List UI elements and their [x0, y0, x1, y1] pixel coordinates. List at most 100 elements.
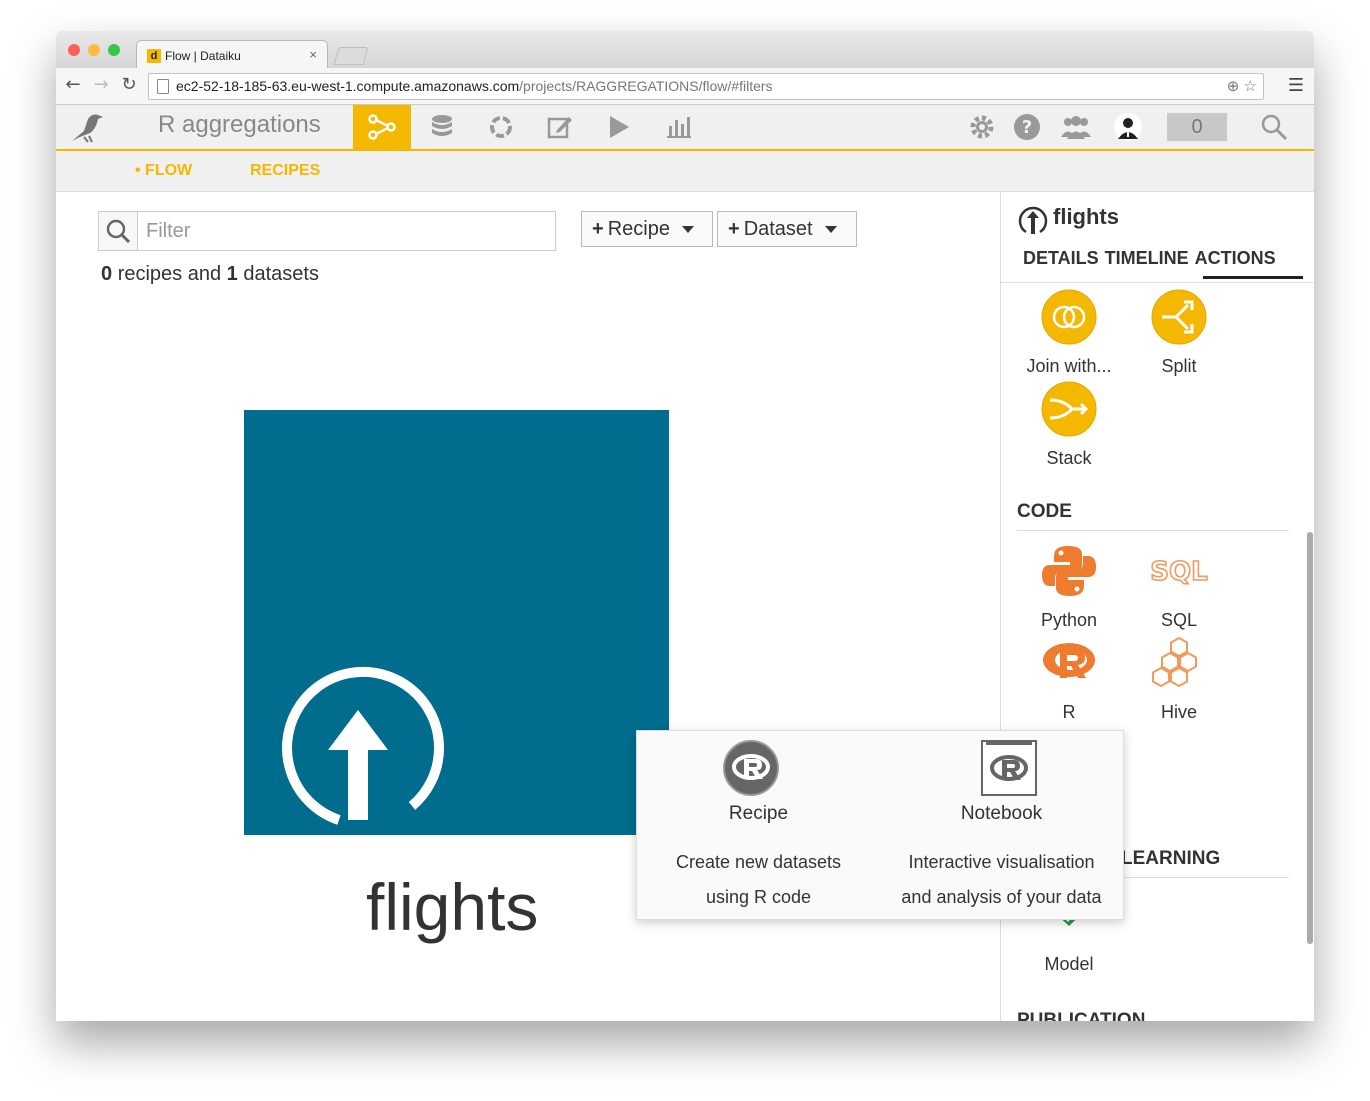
bar-chart-icon — [667, 117, 691, 138]
url-path: /projects/RAGGREGATIONS/flow/#filters — [519, 78, 773, 94]
minimize-window-button[interactable] — [88, 44, 100, 56]
r-notebook-desc-line-2: and analysis of your data — [901, 887, 1102, 907]
browser-window: d Flow | Dataiku × ← → ↻ ec2-52-18-185-6… — [56, 31, 1314, 1021]
dataiku-bird-logo-icon[interactable] — [70, 111, 110, 143]
forward-icon[interactable]: → — [90, 74, 112, 95]
search-icon — [106, 219, 131, 244]
url-text: ec2-52-18-185-63.eu-west-1.compute.amazo… — [176, 74, 773, 99]
maximize-window-button[interactable] — [108, 44, 120, 56]
zoom-icon[interactable]: ⊕ — [1227, 78, 1240, 95]
dataset-node-flights[interactable] — [244, 410, 669, 835]
app-navbar: R aggregations ? 0 — [56, 105, 1314, 151]
project-name[interactable]: R aggregations — [158, 111, 321, 139]
new-tab-button[interactable] — [333, 47, 369, 65]
tab-close-icon[interactable]: × — [309, 47, 317, 62]
r-notebook-description: Interactive visualisation and analysis of… — [880, 845, 1123, 915]
search-button[interactable] — [1256, 105, 1292, 149]
right-panel-title: flights — [1053, 204, 1119, 229]
add-recipe-button[interactable]: + Recipe — [581, 211, 713, 247]
users-button[interactable] — [1056, 105, 1096, 149]
dashboards-nav-button[interactable] — [650, 105, 708, 149]
flow-icon — [368, 114, 396, 140]
hive-label: Hive — [1160, 702, 1197, 722]
avatar-icon — [1114, 113, 1142, 141]
datasets-nav-button[interactable] — [413, 105, 471, 149]
jobs-nav-button[interactable] — [590, 105, 648, 149]
r-recipe-title: Recipe — [728, 803, 789, 824]
r-recipe-desc-line-1: Create new datasets — [675, 852, 842, 872]
recipes-count: 0 — [101, 263, 113, 285]
python-label: Python — [1040, 610, 1098, 630]
datasets-count: 1 — [226, 263, 238, 285]
svg-text:SQL: SQL — [1150, 557, 1207, 587]
recipes-count-label: recipes and — [117, 263, 222, 285]
r-recipe-desc-line-2: using R code — [705, 887, 812, 907]
browser-menu-icon[interactable]: ☰ — [1288, 75, 1304, 96]
split-action[interactable]: Split — [1129, 288, 1229, 377]
r-recipe-icon — [723, 740, 779, 796]
right-panel-header: flights DETAILS TIMELINE ACTIONS — [1001, 192, 1314, 283]
join-with-action[interactable]: Join with... — [1019, 288, 1119, 377]
caret-down-icon — [681, 225, 694, 233]
gear-icon — [970, 115, 994, 139]
r-notebook-title: Notebook — [960, 803, 1043, 824]
settings-button[interactable] — [964, 105, 1000, 149]
hive-action[interactable]: Hive — [1129, 634, 1229, 723]
filter-box — [98, 211, 558, 251]
browser-tab[interactable]: d Flow | Dataiku × — [136, 40, 328, 69]
profile-button[interactable] — [1112, 105, 1144, 149]
section-divider — [1017, 530, 1289, 531]
python-action[interactable]: Python — [1019, 542, 1119, 631]
sql-icon: SQL — [1149, 556, 1208, 588]
add-recipe-label: Recipe — [607, 217, 670, 240]
flow-counts: 0 recipes and 1 datasets — [101, 263, 319, 286]
help-button[interactable]: ? — [1009, 105, 1045, 149]
join-icon — [1041, 289, 1097, 345]
python-icon — [1042, 546, 1096, 596]
database-icon — [432, 115, 452, 136]
close-window-button[interactable] — [68, 44, 80, 56]
stack-action[interactable]: Stack — [1019, 380, 1119, 469]
sql-label: SQL — [1160, 610, 1198, 630]
recipes-nav-button[interactable] — [472, 105, 530, 149]
sql-action[interactable]: SQL SQL — [1129, 542, 1229, 631]
reload-icon[interactable]: ↻ — [118, 74, 140, 95]
split-label: Split — [1161, 356, 1197, 376]
split-icon — [1151, 289, 1207, 345]
notebooks-nav-button[interactable] — [531, 105, 589, 149]
stack-label: Stack — [1046, 448, 1092, 468]
tab-flow[interactable]: • FLOW — [135, 162, 192, 180]
caret-down-icon — [824, 225, 837, 233]
filter-input[interactable] — [138, 212, 558, 250]
tab-details[interactable]: DETAILS — [1023, 248, 1099, 268]
add-dataset-button[interactable]: + Dataset — [717, 211, 857, 247]
tab-timeline[interactable]: TIMELINE — [1105, 248, 1189, 268]
back-icon[interactable]: ← — [62, 74, 84, 95]
users-group-icon — [1061, 116, 1091, 139]
tab-title: Flow | Dataiku — [165, 49, 241, 63]
tab-recipes[interactable]: RECIPES — [250, 162, 320, 180]
play-icon — [610, 116, 629, 138]
filter-search-button[interactable] — [99, 212, 138, 250]
hive-icon — [1152, 636, 1197, 688]
notification-count[interactable]: 0 — [1167, 113, 1227, 141]
upload-dataset-icon — [282, 666, 444, 825]
dataset-node-label[interactable]: flights — [366, 869, 538, 945]
recipes-circle-icon — [490, 116, 512, 138]
address-bar[interactable]: ec2-52-18-185-63.eu-west-1.compute.amazo… — [148, 73, 1264, 100]
r-notebook-option[interactable]: Notebook Interactive visualisation and an… — [880, 731, 1123, 919]
help-icon: ? — [1014, 114, 1040, 140]
right-panel-tabs: DETAILS TIMELINE ACTIONS — [1023, 248, 1282, 269]
right-panel-scrollbar[interactable] — [1307, 532, 1313, 944]
datasets-count-label: datasets — [243, 263, 319, 285]
add-dataset-label: Dataset — [743, 217, 813, 240]
r-action[interactable]: R — [1019, 634, 1119, 723]
tab-actions[interactable]: ACTIONS — [1195, 248, 1276, 268]
r-notebook-desc-line-1: Interactive visualisation — [908, 852, 1095, 872]
r-recipe-option[interactable]: Recipe Create new datasets using R code — [637, 731, 880, 919]
search-icon — [1261, 114, 1288, 141]
machine-learning-section-title: LEARNING — [1121, 848, 1221, 869]
bookmark-star-icon[interactable]: ☆ — [1244, 78, 1257, 95]
tab-strip: d Flow | Dataiku × — [56, 31, 1314, 69]
flow-nav-button[interactable] — [353, 105, 411, 149]
